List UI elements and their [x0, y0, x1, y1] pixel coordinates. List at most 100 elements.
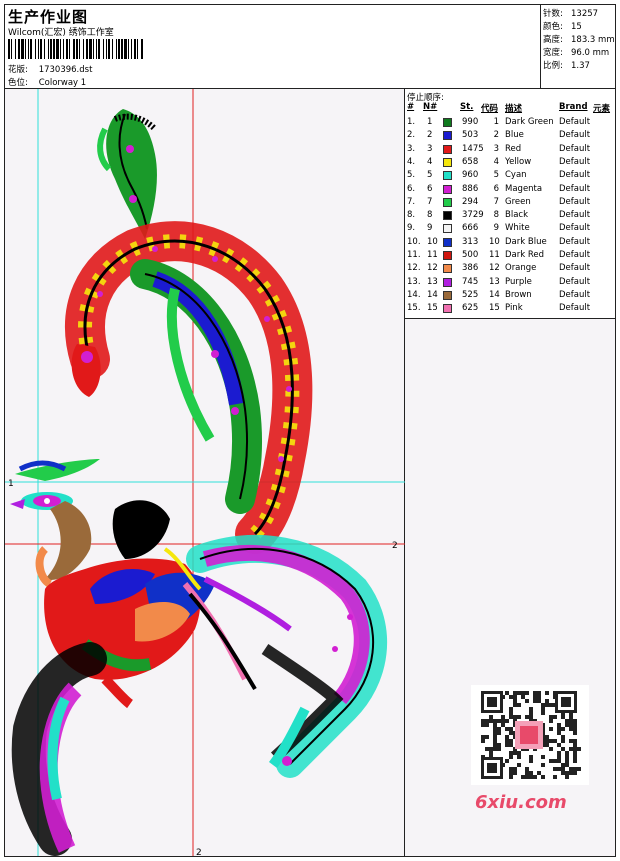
row-st: 658	[462, 156, 479, 167]
stat-scale: 比例: 1.37	[543, 59, 590, 71]
col-header-desc: 描述	[505, 104, 523, 114]
stop-sequence-row: 1. 1 990 1 Dark Green Default	[405, 116, 615, 129]
row-code: 4	[493, 156, 499, 167]
row-brand: Default	[559, 196, 591, 207]
color-swatch	[443, 290, 452, 300]
color-swatch	[443, 171, 452, 181]
stop-sequence-row: 5. 5 960 5 Cyan Default	[405, 169, 615, 182]
stat-label: 高度:	[543, 35, 563, 45]
colorway-value: Colorway 1	[38, 78, 87, 88]
row-no: 13	[427, 276, 438, 287]
stop-sequence-row: 3. 3 1475 3 Red Default	[405, 143, 615, 156]
row-no: 10	[427, 236, 438, 247]
row-idx: 12.	[407, 263, 421, 274]
design-stats: 针数: 13257 颜色: 15 高度: 183.3 mm 宽度: 96.0 mm 比例…	[541, 5, 615, 89]
row-desc: White	[505, 223, 530, 234]
colorway-line: 色位: Colorway 1	[8, 76, 86, 88]
stop-sequence-row: 14. 14 525 14 Brown Default	[405, 289, 615, 302]
row-code: 8	[493, 210, 499, 221]
stat-label: 针数:	[543, 9, 563, 19]
row-brand: Default	[559, 289, 591, 300]
row-desc: Blue	[505, 130, 524, 141]
row-brand: Default	[559, 276, 591, 287]
row-idx: 11.	[407, 250, 421, 260]
row-desc: Red	[505, 143, 522, 154]
color-swatch	[443, 157, 452, 167]
stop-sequence-row: 12. 12 386 12 Orange Default	[405, 262, 615, 275]
row-brand: Default	[559, 250, 591, 260]
design-label: 花版:	[8, 65, 28, 75]
row-desc: Pink	[505, 303, 523, 314]
row-brand: Default	[559, 236, 591, 247]
lower-left-wing	[11, 642, 134, 856]
row-desc: Green	[505, 196, 531, 207]
stop-sequence-row: 13. 13 745 13 Purple Default	[405, 276, 615, 289]
row-code: 15	[489, 303, 500, 314]
production-sheet: 生产作业图 Wilcom(汇宏) 绣饰工作室 花版: 1730396.dst 色…	[4, 4, 616, 857]
row-idx: 1.	[407, 117, 416, 127]
row-no: 3	[427, 143, 433, 154]
stat-value: 15	[571, 22, 582, 32]
color-swatch	[443, 224, 452, 234]
row-no: 4	[427, 156, 433, 167]
row-st: 990	[462, 117, 479, 127]
row-idx: 4.	[407, 156, 416, 167]
guide-marker-2-bottom: 2	[196, 848, 202, 857]
guide-marker-1: 1	[8, 479, 14, 489]
row-idx: 5.	[407, 170, 416, 181]
design-line: 花版: 1730396.dst	[8, 63, 92, 75]
row-code: 3	[493, 143, 499, 154]
row-st: 960	[462, 170, 479, 181]
row-idx: 13.	[407, 276, 421, 287]
row-code: 10	[489, 236, 500, 247]
row-brand: Default	[559, 183, 591, 194]
stat-label: 宽度:	[543, 48, 563, 58]
stop-sequence-row: 6. 6 886 6 Magenta Default	[405, 183, 615, 196]
stat-label: 比例:	[543, 61, 563, 71]
row-desc: Orange	[505, 263, 537, 274]
row-idx: 14.	[407, 289, 421, 300]
row-no: 14	[427, 289, 438, 300]
row-brand: Default	[559, 263, 591, 274]
col-header-elem: 元素	[593, 104, 611, 114]
color-swatch	[443, 144, 452, 154]
row-code: 5	[493, 170, 499, 181]
col-header-idx: #	[407, 102, 415, 112]
stat-value: 96.0 mm	[571, 48, 610, 58]
row-code: 13	[489, 276, 500, 287]
row-code: 6	[493, 183, 499, 194]
embroidery-artwork: 1 2 2	[5, 89, 405, 857]
studio-name: Wilcom(汇宏) 绣饰工作室	[8, 28, 114, 38]
row-brand: Default	[559, 143, 591, 154]
row-desc: Yellow	[505, 156, 532, 167]
row-code: 9	[493, 223, 499, 234]
stop-sequence-row: 8. 8 3729 8 Black Default	[405, 209, 615, 222]
barcode-image	[8, 39, 143, 59]
row-st: 503	[462, 130, 479, 141]
row-desc: Magenta	[505, 183, 543, 194]
row-idx: 3.	[407, 143, 416, 154]
colorway-label: 色位:	[8, 78, 28, 88]
row-no: 6	[427, 183, 433, 194]
row-st: 294	[462, 196, 479, 207]
row-no: 5	[427, 170, 433, 181]
design-canvas[interactable]: 1 2 2	[5, 89, 405, 857]
row-desc: Dark Blue	[505, 236, 547, 247]
color-swatch	[443, 118, 452, 127]
stop-sequence-row: 10. 10 313 10 Dark Blue Default	[405, 236, 615, 249]
row-idx: 7.	[407, 196, 416, 207]
color-swatch	[443, 304, 452, 314]
stop-sequence-table: 停止顺序: # N# St. 代码 描述 Brand 元素 1. 1 990 1 Dar…	[405, 89, 615, 319]
row-code: 11	[489, 250, 500, 260]
row-no: 15	[427, 303, 438, 314]
color-swatch	[443, 237, 452, 247]
col-header-code: 代码	[481, 104, 499, 114]
row-code: 2	[493, 130, 499, 141]
row-idx: 2.	[407, 130, 416, 141]
row-st: 625	[462, 303, 479, 314]
row-code: 1	[493, 117, 499, 127]
row-code: 14	[489, 289, 500, 300]
col-header-brand: Brand	[559, 102, 588, 112]
row-idx: 9.	[407, 223, 416, 234]
row-brand: Default	[559, 210, 591, 221]
